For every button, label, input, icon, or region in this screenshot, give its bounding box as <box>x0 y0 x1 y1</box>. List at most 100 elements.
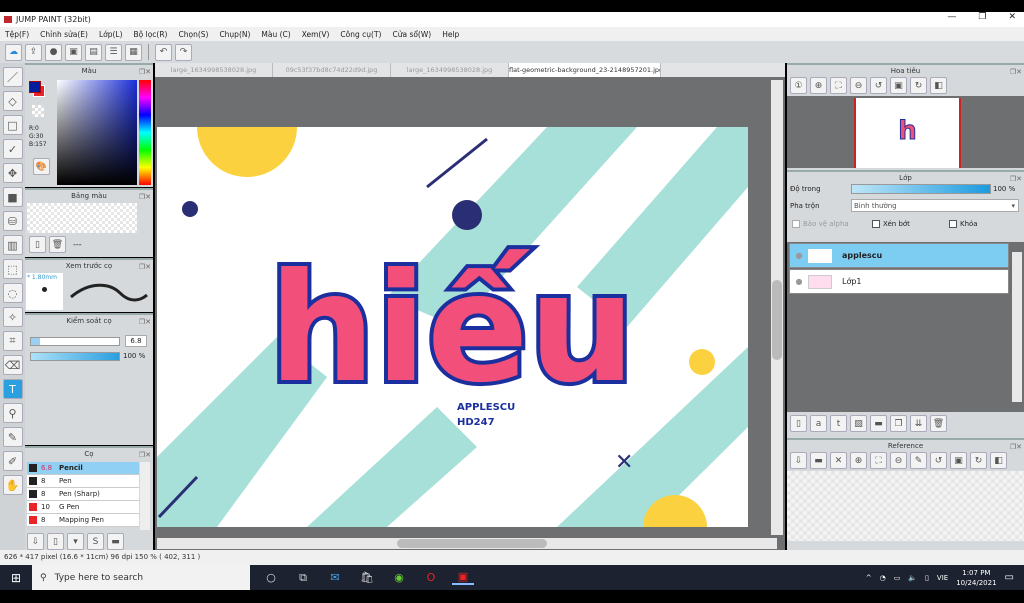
reference-open-icon[interactable]: ▬ <box>810 452 827 469</box>
store-icon[interactable]: 🛍 <box>356 571 378 584</box>
zoom-in-icon[interactable]: ⊕ <box>810 77 827 94</box>
cloud-icon[interactable]: ☁ <box>5 43 22 61</box>
lock-checkbox[interactable]: Khóa <box>949 220 978 228</box>
share-icon[interactable]: ⇪ <box>25 43 42 61</box>
primary-color-swatch[interactable] <box>29 81 41 93</box>
list-icon[interactable]: ☰ <box>105 43 122 61</box>
tone-layer-icon[interactable]: ▨ <box>850 415 867 432</box>
jump-paint-taskbar-icon[interactable]: ▣ <box>452 570 474 585</box>
transparent-swatch[interactable] <box>32 105 44 117</box>
maximize-button[interactable]: ❐ <box>978 12 986 22</box>
reference-flip-icon[interactable]: ◧ <box>990 452 1007 469</box>
menu-window[interactable]: Cửa sổ(W) <box>392 30 431 39</box>
cortana-icon[interactable]: ○ <box>260 571 282 584</box>
zoom-tool-icon[interactable]: ⚲ <box>2 403 23 423</box>
new-text-layer-icon[interactable]: a <box>810 415 827 432</box>
reference-rotate-right-icon[interactable]: ↻ <box>970 452 987 469</box>
brush-tool-icon[interactable]: ／ <box>2 67 23 87</box>
panel-close-icon[interactable]: ❐✕ <box>139 66 151 78</box>
layer-opacity-slider[interactable] <box>851 184 991 194</box>
eraser-tool-icon[interactable]: ◇ <box>2 91 23 111</box>
delete-layer-icon[interactable]: 🗑 <box>930 415 947 432</box>
flip-icon[interactable]: ◧ <box>930 77 947 94</box>
panel-close-icon[interactable]: ❐✕ <box>1010 66 1022 78</box>
reference-rotate-left-icon[interactable]: ↺ <box>930 452 947 469</box>
saturation-value-picker[interactable] <box>57 80 137 185</box>
reset-rotate-icon[interactable]: ▣ <box>890 77 907 94</box>
close-button[interactable]: ✕ <box>1008 12 1016 22</box>
opera-icon[interactable]: O <box>420 571 442 584</box>
brush-list-scrollbar[interactable] <box>140 462 150 530</box>
brush-item[interactable]: 10 G Pen <box>27 501 139 514</box>
reference-reset-icon[interactable]: ▣ <box>950 452 967 469</box>
notification-icon[interactable]: ▭ <box>1005 572 1014 583</box>
new-swatch-icon[interactable]: ▯ <box>29 236 46 253</box>
tab-document[interactable]: large_1634998538028.jpg <box>155 63 273 77</box>
delete-swatch-icon[interactable]: 🗑 <box>49 236 66 253</box>
brush-item[interactable]: 6.8 Pencil <box>27 462 139 475</box>
reference-close-icon[interactable]: ✕ <box>830 452 847 469</box>
rotate-right-icon[interactable]: ↻ <box>910 77 927 94</box>
layer-item-lop1[interactable]: ● Lớp1 <box>789 269 1009 294</box>
taskbar-search[interactable]: ⚲ Type here to search <box>32 565 250 590</box>
visibility-icon[interactable]: ● <box>790 251 808 260</box>
lasso-select-icon[interactable]: ◌ <box>2 283 23 303</box>
pen-icon[interactable]: ▯ <box>925 574 929 582</box>
menu-capture[interactable]: Chụp(N) <box>219 30 250 39</box>
menu-layer[interactable]: Lớp(L) <box>99 30 123 39</box>
hand-tool-icon[interactable]: ✋ <box>2 475 23 495</box>
zoom-actual-icon[interactable]: ① <box>790 77 807 94</box>
mail-icon[interactable]: ✉ <box>324 571 346 584</box>
layer-folder-icon[interactable]: ▬ <box>870 415 887 432</box>
rotate-left-icon[interactable]: ↺ <box>870 77 887 94</box>
new-brush-icon[interactable]: ▯ <box>47 533 64 550</box>
tab-document-active[interactable]: flat-geometric-background_23-2148957201.… <box>509 63 661 77</box>
clip-checkbox[interactable]: Xén bớt <box>872 220 910 228</box>
menu-file[interactable]: Tệp(F) <box>5 30 29 39</box>
select-pen-icon[interactable]: ⌗ <box>2 331 23 351</box>
import-layer-icon[interactable]: t <box>830 415 847 432</box>
layer-item-applescu[interactable]: ● applescu <box>789 243 1009 268</box>
reference-zoom-out-icon[interactable]: ⊖ <box>890 452 907 469</box>
vertical-scrollbar[interactable] <box>771 80 783 535</box>
line-tool-icon[interactable]: ✓ <box>2 139 23 159</box>
menu-tools[interactable]: Công cụ(T) <box>340 30 381 39</box>
brush-folder-icon[interactable]: ▬ <box>107 533 124 550</box>
menu-edit[interactable]: Chỉnh sửa(E) <box>40 30 88 39</box>
menu-color[interactable]: Màu (C) <box>261 30 290 39</box>
layer-scrollbar[interactable] <box>1012 252 1022 402</box>
page-icon[interactable]: ▤ <box>85 43 102 61</box>
palette-icon[interactable]: 🎨 <box>33 158 50 175</box>
checklist-icon[interactable]: ▦ <box>125 43 142 61</box>
protect-alpha-checkbox[interactable]: Bảo vệ alpha <box>792 220 849 228</box>
monitor-icon[interactable]: ▣ <box>65 43 82 61</box>
brush-item[interactable]: 8 Mapping Pen <box>27 514 139 527</box>
undo-icon[interactable]: ↶ <box>155 43 172 61</box>
reference-download-icon[interactable]: ⇩ <box>790 452 807 469</box>
eyedropper-tool-icon[interactable]: ✎ <box>2 427 23 447</box>
comment-icon[interactable]: ● <box>45 43 62 61</box>
tray-chevron-icon[interactable]: ^ <box>866 574 872 582</box>
fill-rect-tool-icon[interactable]: ■ <box>2 187 23 207</box>
reference-fit-icon[interactable]: ⛶ <box>870 452 887 469</box>
copy-brush-icon[interactable]: ▾ <box>67 533 84 550</box>
brush-size-slider[interactable] <box>30 337 120 346</box>
brush-item[interactable]: 8 Pen <box>27 475 139 488</box>
language-indicator[interactable]: VIE <box>937 574 948 582</box>
menu-help[interactable]: Help <box>442 30 459 39</box>
rectangle-tool-icon[interactable]: □ <box>2 115 23 135</box>
rect-select-icon[interactable]: ⬚ <box>2 259 23 279</box>
move-tool-icon[interactable]: ✥ <box>2 163 23 183</box>
panel-close-icon[interactable]: ❐✕ <box>139 261 151 273</box>
panel-close-icon[interactable]: ❐✕ <box>1010 441 1022 453</box>
volume-icon[interactable]: 🔈 <box>908 574 917 582</box>
merge-layer-icon[interactable]: ⇊ <box>910 415 927 432</box>
reference-area[interactable] <box>787 471 1024 541</box>
panel-close-icon[interactable]: ❐✕ <box>139 449 151 461</box>
canvas-artwork[interactable]: hiếu APPLESCU HD247 ✕ <box>157 127 748 527</box>
menu-select[interactable]: Chọn(S) <box>178 30 208 39</box>
network-icon[interactable]: ◔ <box>880 574 886 582</box>
hue-slider[interactable] <box>139 80 151 185</box>
tab-document[interactable]: 09c53f37bd8c74d22d9d.jpg <box>273 63 391 77</box>
brush-item[interactable]: 8 Pen (Sharp) <box>27 488 139 501</box>
